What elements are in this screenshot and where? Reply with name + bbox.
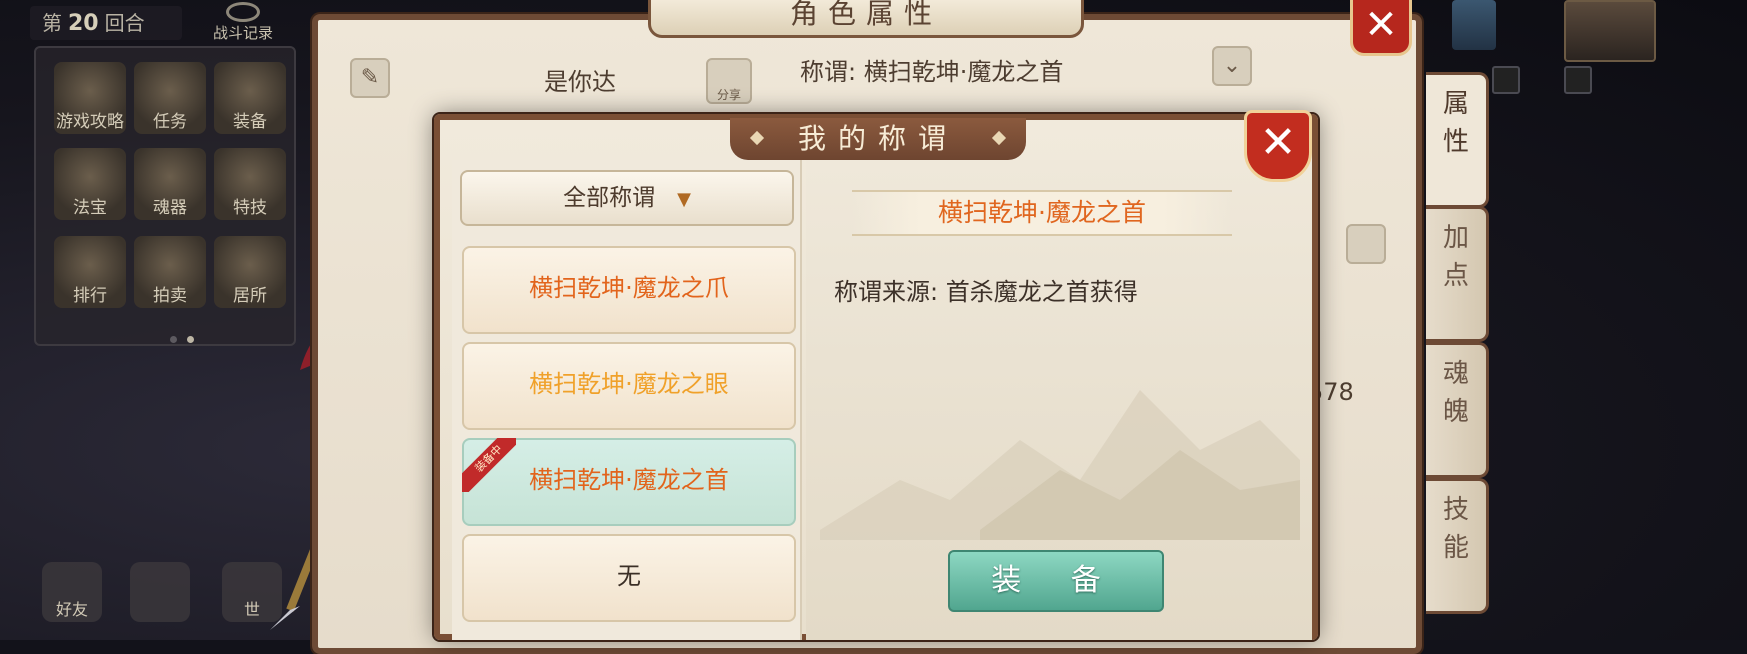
diamond-ornament-icon bbox=[749, 130, 765, 146]
menu-ranking[interactable]: 排行 bbox=[54, 236, 126, 308]
menu-label: 特技 bbox=[233, 198, 267, 218]
menu-pager-dots bbox=[170, 328, 230, 343]
current-title-label: 称谓: 横扫乾坤·魔龙之首 bbox=[800, 58, 1064, 86]
menu-label: 法宝 bbox=[73, 198, 107, 218]
title-item-label: 横扫乾坤·魔龙之首 bbox=[529, 466, 729, 494]
quick-menu-panel: 游戏攻略 任务 装备 法宝 魂器 特技 排行 拍卖 居所 bbox=[34, 46, 296, 346]
close-icon[interactable]: ✕ bbox=[1350, 0, 1412, 56]
share-button[interactable]: 分享 bbox=[706, 58, 752, 104]
battle-log-label: 战斗记录 bbox=[212, 24, 273, 42]
menu-auction[interactable]: 拍卖 bbox=[134, 236, 206, 308]
dialog-title-text: 我的称谓 bbox=[797, 122, 958, 155]
title-list-item[interactable]: 横扫乾坤·魔龙之眼 bbox=[462, 342, 796, 430]
selected-title-name: 横扫乾坤·魔龙之首 bbox=[852, 190, 1232, 236]
round-suffix: 回合 bbox=[104, 11, 145, 35]
friends-button[interactable]: 好友 bbox=[42, 562, 102, 622]
menu-label: 游戏攻略 bbox=[56, 112, 124, 132]
tab-soul[interactable]: 魂魄 bbox=[1426, 342, 1489, 478]
lock-icon[interactable] bbox=[1346, 224, 1386, 264]
title-item-label: 横扫乾坤·魔龙之眼 bbox=[529, 370, 729, 398]
menu-soul-vessel[interactable]: 魂器 bbox=[134, 148, 206, 220]
title-list-item-none[interactable]: 无 bbox=[462, 534, 796, 622]
menu-label: 装备 bbox=[233, 112, 267, 132]
tab-label: 技能 bbox=[1442, 495, 1469, 563]
mountain-landscape-art bbox=[820, 390, 1300, 540]
equip-button[interactable]: 装 备 bbox=[948, 550, 1164, 612]
round-prefix: 第 bbox=[42, 11, 62, 35]
attributes-window-title: 角色属性 bbox=[648, 0, 1084, 38]
tab-label: 魂魄 bbox=[1442, 359, 1469, 427]
player-avatar[interactable] bbox=[1564, 0, 1656, 62]
title-dropdown-button[interactable]: ⌄ bbox=[1212, 46, 1252, 86]
menu-label: 排行 bbox=[73, 286, 107, 306]
menu-label: 任务 bbox=[153, 112, 187, 132]
menu-label: 魂器 bbox=[153, 198, 187, 218]
friends-label: 好友 bbox=[55, 600, 88, 619]
equipped-ribbon: 装备中 bbox=[462, 438, 516, 492]
menu-label: 拍卖 bbox=[153, 286, 187, 306]
title-list-item-selected[interactable]: 装备中 横扫乾坤·魔龙之首 bbox=[462, 438, 796, 526]
chevron-down-icon: ⌄ bbox=[1222, 53, 1242, 78]
tab-label: 加点 bbox=[1442, 223, 1469, 291]
avatar-slot bbox=[1564, 66, 1592, 94]
edit-name-button[interactable]: ✎ bbox=[350, 58, 390, 98]
menu-quest[interactable]: 任务 bbox=[134, 62, 206, 134]
title-item-label: 横扫乾坤·魔龙之爪 bbox=[529, 274, 729, 302]
pencil-icon: ✎ bbox=[360, 65, 380, 90]
caret-down-icon: ▼ bbox=[677, 189, 691, 210]
share-label: 分享 bbox=[716, 88, 741, 102]
equipped-badge: 装备中 bbox=[462, 438, 516, 492]
title-filter-dropdown[interactable]: 全部称谓 ▼ bbox=[460, 170, 794, 226]
eye-icon bbox=[226, 2, 260, 22]
character-name: 是你达 bbox=[544, 68, 616, 96]
filter-selected-value: 全部称谓 bbox=[563, 185, 656, 211]
round-number: 20 bbox=[68, 11, 99, 36]
tab-add-points[interactable]: 加点 bbox=[1426, 206, 1489, 342]
diamond-ornament-icon bbox=[991, 130, 1007, 146]
avatar-slot bbox=[1492, 66, 1520, 94]
close-icon[interactable]: ✕ bbox=[1244, 110, 1312, 182]
battle-log-button[interactable]: 战斗记录 bbox=[198, 0, 288, 44]
party-avatar[interactable] bbox=[1452, 0, 1496, 50]
menu-special-skill[interactable]: 特技 bbox=[214, 148, 286, 220]
tab-label: 属性 bbox=[1442, 89, 1469, 157]
title-source-text: 称谓来源: 首杀魔龙之首获得 bbox=[834, 278, 1138, 306]
tab-attributes[interactable]: 属性 bbox=[1426, 72, 1489, 208]
round-counter: 第 20 回合 bbox=[30, 6, 182, 40]
menu-treasure[interactable]: 法宝 bbox=[54, 148, 126, 220]
tab-skills[interactable]: 技能 bbox=[1426, 478, 1489, 614]
chat-bubble-icon[interactable] bbox=[130, 562, 190, 622]
menu-guide[interactable]: 游戏攻略 bbox=[54, 62, 126, 134]
title-list-item[interactable]: 横扫乾坤·魔龙之爪 bbox=[462, 246, 796, 334]
menu-equipment[interactable]: 装备 bbox=[214, 62, 286, 134]
dialog-title: 我的称谓 bbox=[730, 118, 1026, 160]
title-item-label: 无 bbox=[617, 562, 641, 590]
